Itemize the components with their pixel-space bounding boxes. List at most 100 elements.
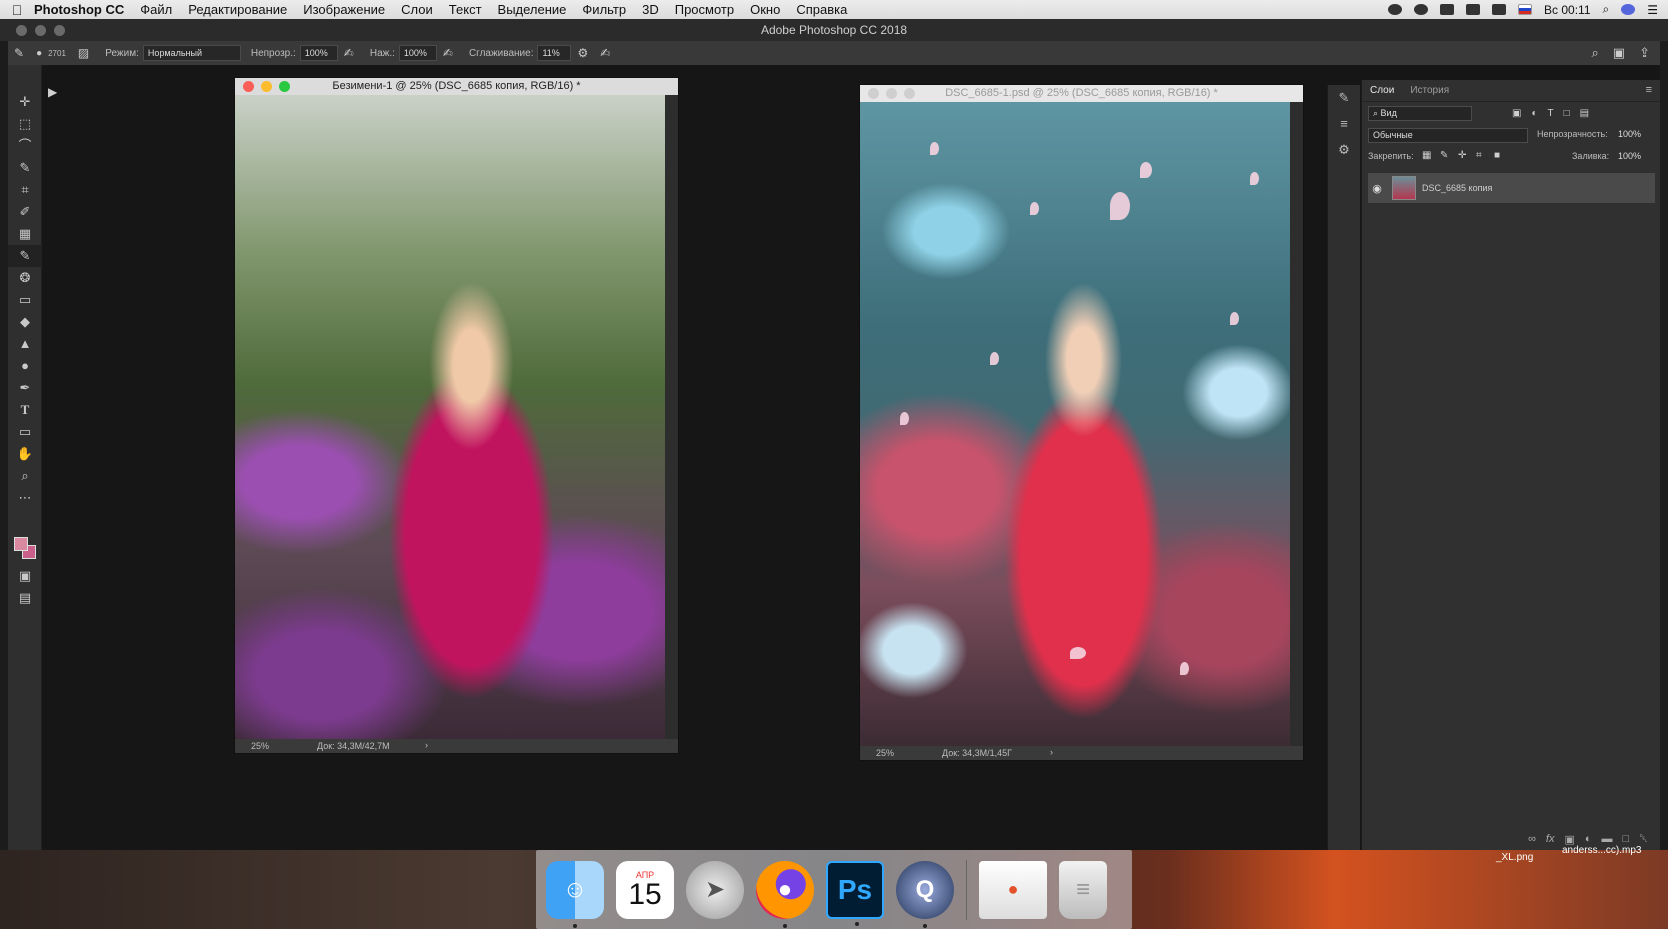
- opacity-value[interactable]: 100%: [1618, 129, 1641, 139]
- blur-tool-icon[interactable]: ▲: [8, 333, 42, 355]
- hand-tool-icon[interactable]: ✋: [8, 443, 42, 465]
- filter-adjust-icon[interactable]: ◐: [1531, 108, 1537, 119]
- menu-image[interactable]: Изображение: [303, 2, 385, 17]
- filter-pixel-icon[interactable]: ▣: [1512, 108, 1521, 119]
- doc-minimize-button[interactable]: [261, 81, 272, 92]
- doc-zoom-button[interactable]: [279, 81, 290, 92]
- pressure-opacity-icon[interactable]: ✍: [344, 46, 354, 60]
- lock-artboard-icon[interactable]: ⌗: [1476, 150, 1482, 161]
- brush-tool-icon[interactable]: ✎: [14, 46, 24, 60]
- launchpad-icon[interactable]: ➤: [686, 860, 744, 919]
- link-icon[interactable]: ∞: [1528, 833, 1536, 845]
- fx-icon[interactable]: fx: [1546, 833, 1555, 845]
- brush-tool-icon[interactable]: ✎: [8, 245, 42, 267]
- status-arrow-icon[interactable]: ›: [1050, 747, 1053, 757]
- gear-icon[interactable]: ⚙: [577, 46, 588, 60]
- layer-row[interactable]: ◉ DSC_6685 копия: [1368, 173, 1655, 203]
- filter-type-icon[interactable]: T: [1548, 108, 1554, 119]
- wifi-icon[interactable]: [1466, 4, 1481, 15]
- pressure-input[interactable]: 100%: [398, 45, 437, 61]
- play-icon[interactable]: ▶: [48, 85, 57, 99]
- brush-preset-icon[interactable]: ●: [36, 48, 42, 59]
- brush-panel-icon[interactable]: ▨: [78, 46, 89, 60]
- fill-value[interactable]: 100%: [1618, 151, 1641, 161]
- marquee-tool-icon[interactable]: ⬚: [8, 113, 42, 135]
- zoom-tool-icon[interactable]: ⌕: [8, 465, 42, 487]
- shape-tool-icon[interactable]: ▭: [8, 421, 42, 443]
- doc-zoom-button[interactable]: [904, 88, 915, 99]
- filter-smart-icon[interactable]: ▤: [1580, 108, 1589, 119]
- menu-window[interactable]: Окно: [750, 2, 780, 17]
- downloads-stack-icon[interactable]: ●: [979, 860, 1047, 919]
- lock-all-icon[interactable]: ■: [1494, 150, 1500, 161]
- quick-mask-icon[interactable]: ▣: [8, 565, 42, 587]
- layer-name[interactable]: DSC_6685 копия: [1422, 183, 1492, 193]
- notification-center-icon[interactable]: ☰: [1647, 3, 1658, 17]
- document-window-right[interactable]: DSC_6685-1.psd @ 25% (DSC_6685 копия, RG…: [859, 84, 1304, 761]
- new-layer-icon[interactable]: □: [1623, 833, 1630, 845]
- lasso-tool-icon[interactable]: ⌒: [8, 135, 42, 157]
- zoom-level[interactable]: 25%: [251, 741, 269, 751]
- screen-mode-icon[interactable]: ▤: [8, 587, 42, 609]
- blend-mode-select[interactable]: Обычные: [1368, 127, 1528, 143]
- quick-select-tool-icon[interactable]: ✎: [8, 157, 42, 179]
- finder-icon[interactable]: ☺: [546, 860, 604, 928]
- lock-paint-icon[interactable]: ✎: [1440, 150, 1448, 161]
- paint-bucket-tool-icon[interactable]: ◆: [8, 311, 42, 333]
- group-icon[interactable]: ▬: [1602, 833, 1613, 845]
- menu-filter[interactable]: Фильтр: [582, 2, 626, 17]
- menu-view[interactable]: Просмотр: [675, 2, 734, 17]
- doc-close-button[interactable]: [868, 88, 879, 99]
- clock[interactable]: Вс 00:11: [1544, 3, 1590, 17]
- healing-tool-icon[interactable]: ▦: [8, 223, 42, 245]
- menu-edit[interactable]: Редактирование: [188, 2, 287, 17]
- type-tool-icon[interactable]: T: [8, 399, 42, 421]
- brush-settings-icon[interactable]: ✎: [1328, 85, 1360, 111]
- spotlight-icon[interactable]: ⌕: [1603, 2, 1610, 17]
- pressure-size-icon[interactable]: ✍: [600, 46, 610, 60]
- eye-icon[interactable]: ◉: [1368, 182, 1386, 195]
- menu-app-name[interactable]: Photoshop CC: [34, 2, 124, 17]
- canvas-image[interactable]: [860, 102, 1290, 747]
- tab-layers[interactable]: Слои: [1370, 85, 1394, 96]
- trash-icon[interactable]: ≡: [1059, 860, 1107, 919]
- share-icon[interactable]: ⇪: [1639, 45, 1650, 61]
- move-tool-icon[interactable]: ✛: [8, 91, 42, 113]
- menu-select[interactable]: Выделение: [498, 2, 567, 17]
- crop-tool-icon[interactable]: ⌗: [8, 179, 42, 201]
- siri-icon[interactable]: [1621, 4, 1636, 15]
- pen-tool-icon[interactable]: ✒: [8, 377, 42, 399]
- desktop-file-label[interactable]: _XL.png: [1496, 852, 1533, 863]
- canvas-image[interactable]: [235, 95, 665, 740]
- firefox-icon[interactable]: ●: [756, 860, 814, 928]
- opacity-input[interactable]: 100%: [299, 45, 338, 61]
- status-arrow-icon[interactable]: ›: [425, 740, 428, 750]
- lock-move-icon[interactable]: ✛: [1458, 150, 1466, 161]
- mask-icon[interactable]: ▣: [1564, 833, 1574, 846]
- quicktime-icon[interactable]: Q: [896, 860, 954, 928]
- color-swatches[interactable]: [14, 537, 36, 559]
- trash-icon[interactable]: ␡: [1639, 833, 1648, 846]
- lock-transparent-icon[interactable]: ▦: [1422, 150, 1431, 161]
- photoshop-icon[interactable]: Ps: [826, 860, 884, 926]
- layer-filter-select[interactable]: ⌕ Вид: [1368, 105, 1472, 121]
- calendar-icon[interactable]: АПР 15: [616, 860, 674, 919]
- menu-layers[interactable]: Слои: [401, 2, 433, 17]
- document-title-bar[interactable]: Безимени-1 @ 25% (DSC_6685 копия, RGB/16…: [235, 78, 678, 95]
- search-icon[interactable]: ⌕: [1592, 45, 1599, 61]
- doc-close-button[interactable]: [243, 81, 254, 92]
- creative-cloud-icon[interactable]: [1414, 4, 1429, 15]
- more-tools-icon[interactable]: ⋯: [8, 487, 42, 509]
- desktop-file-label[interactable]: anderss...cc).mp3: [1562, 845, 1641, 856]
- eyedropper-tool-icon[interactable]: ✐: [8, 201, 42, 223]
- document-window-left[interactable]: Безимени-1 @ 25% (DSC_6685 копия, RGB/16…: [234, 77, 679, 754]
- menu-file[interactable]: Файл: [140, 2, 172, 17]
- menu-3d[interactable]: 3D: [642, 2, 659, 17]
- tab-history[interactable]: История: [1410, 85, 1449, 96]
- dodge-tool-icon[interactable]: ●: [8, 355, 42, 377]
- record-icon[interactable]: [1388, 4, 1403, 15]
- panel-menu-icon[interactable]: ≡: [1646, 84, 1652, 96]
- properties-icon[interactable]: ⚙: [1328, 137, 1360, 163]
- mode-select[interactable]: Нормальный: [142, 45, 241, 61]
- workspace-icon[interactable]: ▣: [1613, 45, 1625, 61]
